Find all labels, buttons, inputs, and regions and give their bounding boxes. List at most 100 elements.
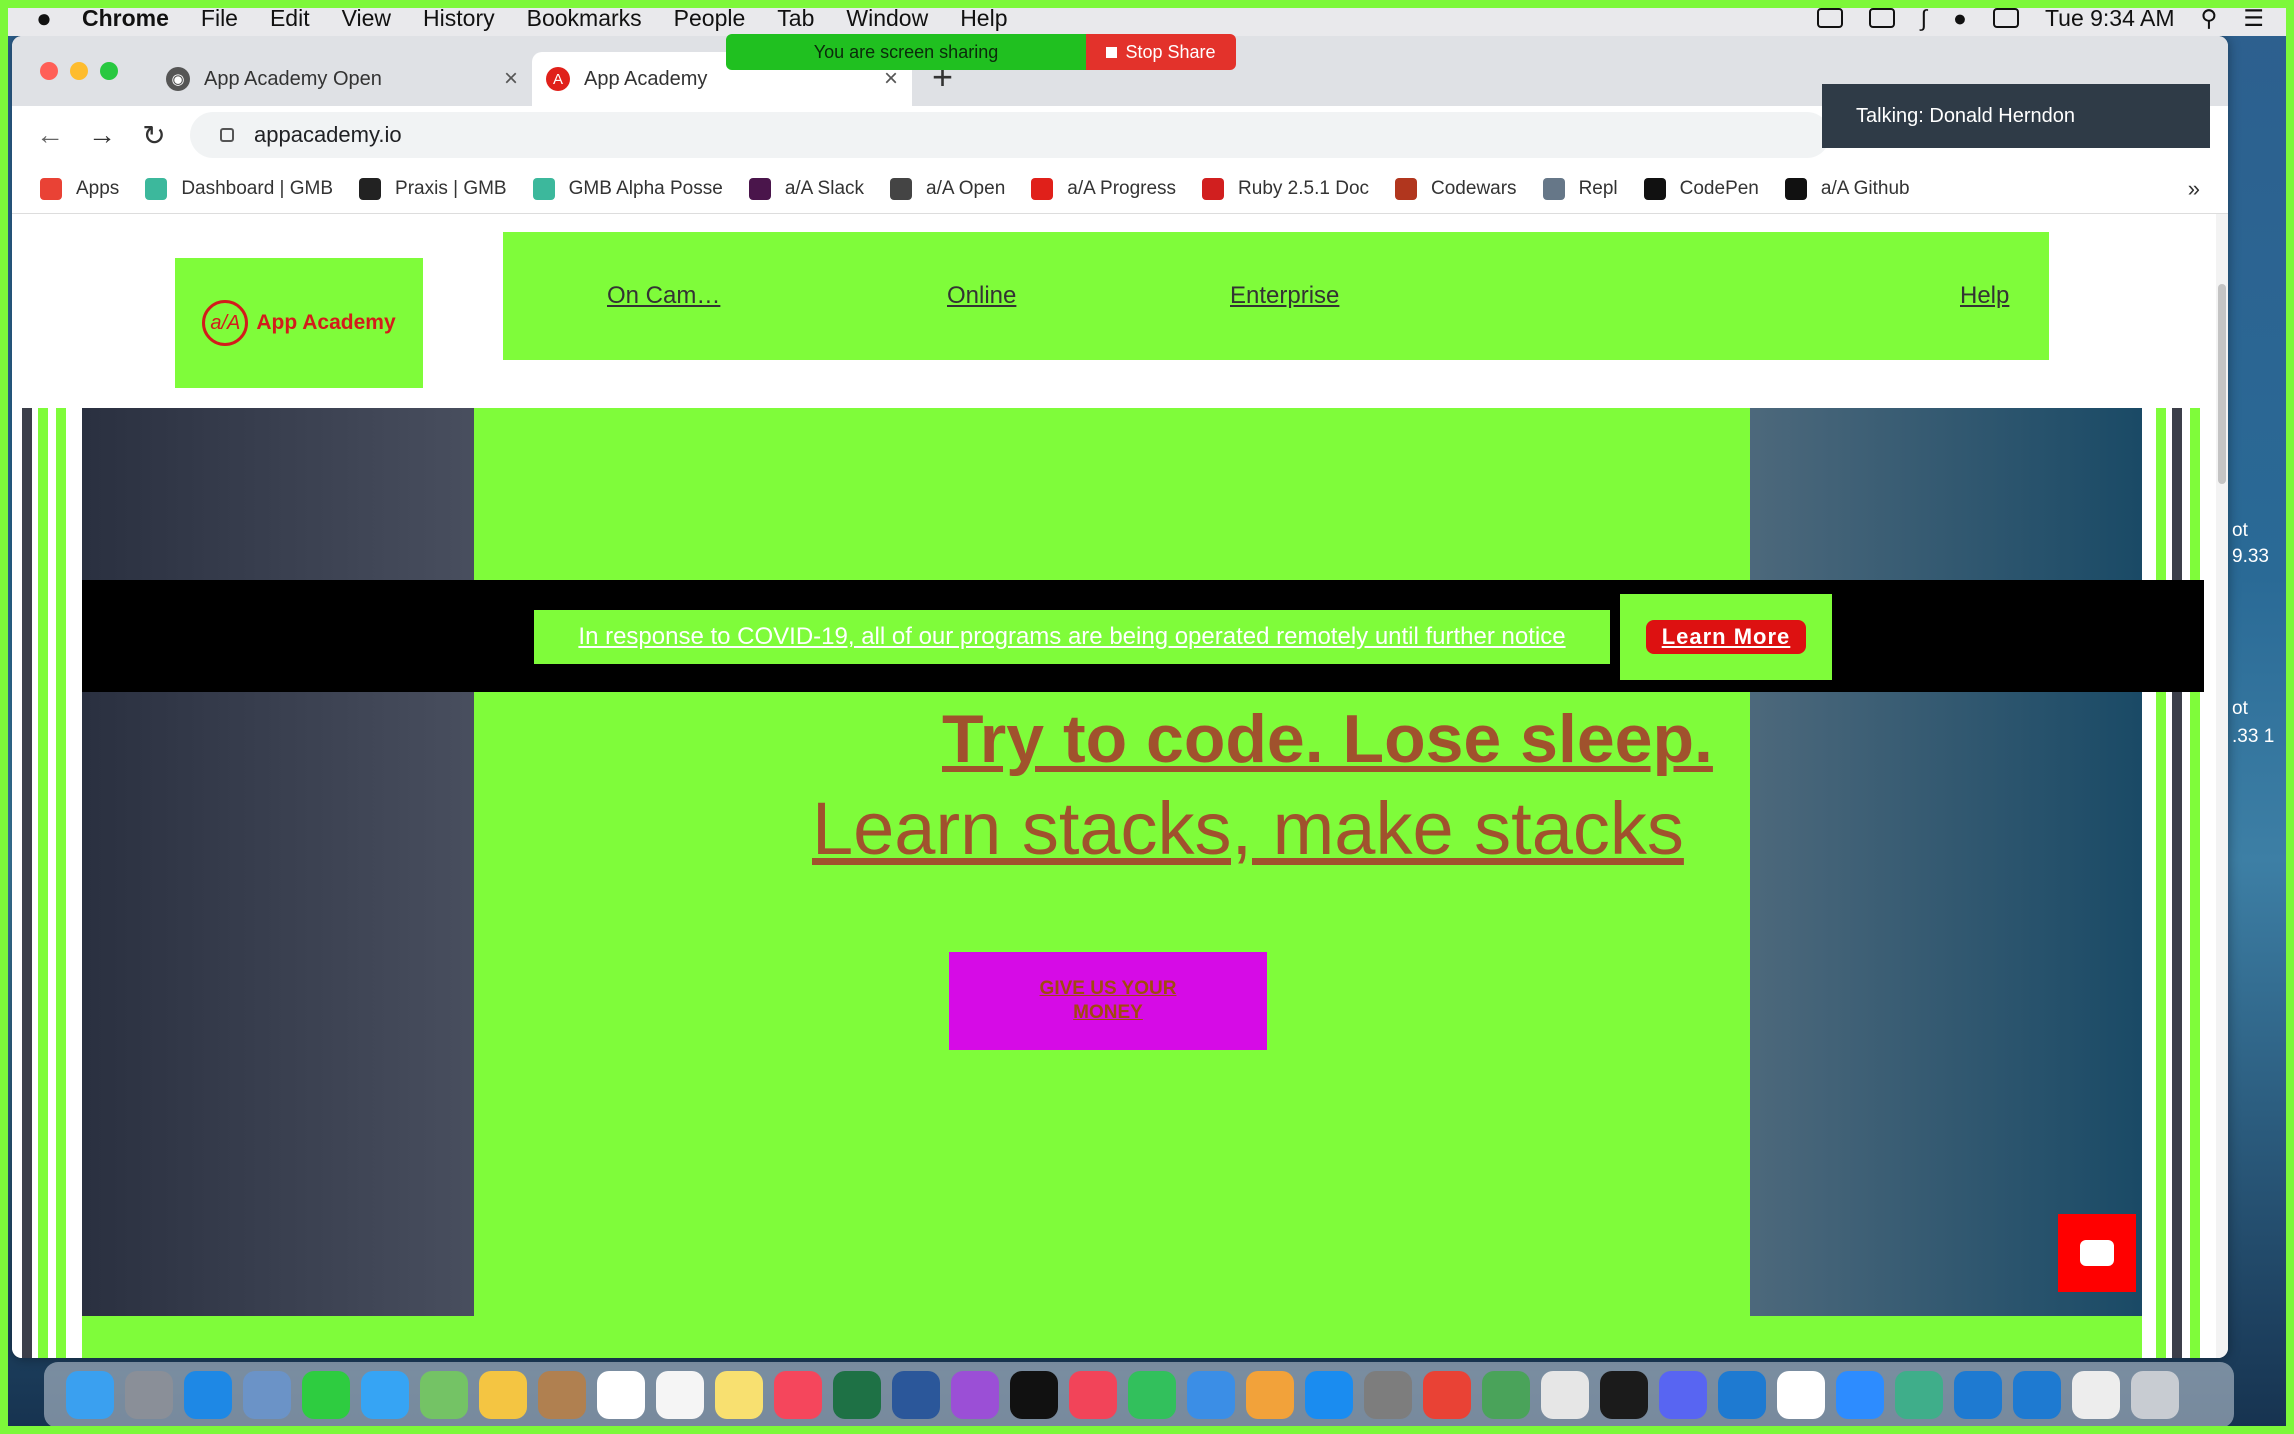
apps-grid-icon (40, 177, 62, 200)
menu-file[interactable]: File (201, 5, 238, 32)
app-store-icon[interactable] (1305, 1371, 1353, 1419)
bookmark-dashboard-gmb[interactable]: Dashboard | GMB (145, 177, 333, 200)
bookmark-praxis-gmb[interactable]: Praxis | GMB (359, 177, 507, 200)
bookmark-aa-github[interactable]: a/A Github (1784, 177, 1910, 200)
vscode-icon[interactable] (1718, 1371, 1766, 1419)
forward-icon[interactable]: → (88, 119, 116, 151)
trash-icon[interactable] (2131, 1371, 2179, 1419)
hero-headline: Try to code. Lose sleep. (942, 701, 1713, 777)
menu-app-name[interactable]: Chrome (82, 5, 169, 32)
pages-icon[interactable] (1246, 1371, 1294, 1419)
menu-help[interactable]: Help (960, 5, 1007, 32)
menu-window[interactable]: Window (846, 5, 928, 32)
news-icon[interactable] (1069, 1371, 1117, 1419)
archive-icon[interactable] (2072, 1371, 2120, 1419)
word-icon[interactable] (892, 1371, 940, 1419)
stop-share-button[interactable]: Stop Share (1086, 34, 1236, 70)
calendar-icon[interactable] (597, 1371, 645, 1419)
atom-icon[interactable] (1895, 1371, 1943, 1419)
excel-icon[interactable] (833, 1371, 881, 1419)
site-logo[interactable]: a/A App Academy (175, 258, 423, 388)
address-bar[interactable]: appacademy.io (190, 112, 1830, 158)
learn-more-button[interactable]: Learn More (1645, 620, 1807, 654)
safari-icon[interactable] (184, 1371, 232, 1419)
numbers-icon[interactable] (1128, 1371, 1176, 1419)
scrollbar-thumb[interactable] (2218, 284, 2226, 484)
page-scrollbar[interactable] (2216, 214, 2228, 1358)
close-window-icon[interactable] (40, 62, 58, 80)
bookmark-aa-slack[interactable]: a/A Slack (748, 177, 864, 200)
sourcetree-icon[interactable] (1482, 1371, 1530, 1419)
preview-icon[interactable] (243, 1371, 291, 1419)
reload-icon[interactable]: ↻ (140, 119, 168, 152)
nav-link-help[interactable]: Help (1960, 282, 2009, 310)
bookmark-apps[interactable]: Apps (40, 177, 119, 200)
photos-icon[interactable] (479, 1371, 527, 1419)
menu-history[interactable]: History (423, 5, 495, 32)
notification-center-icon[interactable]: ☰ (2243, 5, 2264, 32)
bookmark-aa-progress[interactable]: a/A Progress (1031, 177, 1176, 200)
finder-icon[interactable] (66, 1371, 114, 1419)
bookmark-repl[interactable]: Repl (1542, 177, 1618, 200)
vscode-2-icon[interactable] (2013, 1371, 2061, 1419)
tab-app-academy-open[interactable]: ◉ App Academy Open × (152, 52, 532, 106)
covid-message-link[interactable]: In response to COVID-19, all of our prog… (534, 610, 1610, 664)
podcasts-icon[interactable] (951, 1371, 999, 1419)
maps-icon[interactable] (420, 1371, 468, 1419)
wifi-icon[interactable]: ● (1953, 5, 1967, 32)
bookmark-label: CodePen (1679, 177, 1759, 199)
reminders-icon[interactable] (656, 1371, 704, 1419)
keynote-icon[interactable] (1187, 1371, 1235, 1419)
menu-bookmarks[interactable]: Bookmarks (527, 5, 642, 32)
zoom-window-icon[interactable] (100, 62, 118, 80)
nav-link-online[interactable]: Online (947, 282, 1016, 310)
contacts-icon[interactable] (538, 1371, 586, 1419)
screen-sharing-label: You are screen sharing (813, 41, 999, 62)
bookmark-gmb-alpha-posse[interactable]: GMB Alpha Posse (532, 177, 723, 200)
zoom-icon[interactable] (1836, 1371, 1884, 1419)
slack-icon[interactable] (1777, 1371, 1825, 1419)
notes-icon[interactable] (715, 1371, 763, 1419)
airplay-icon[interactable] (1868, 8, 1895, 28)
give-money-button[interactable]: GIVE US YOUR MONEY (949, 952, 1267, 1050)
globe-icon: ◉ (166, 67, 190, 91)
menubar-clock[interactable]: Tue 9:34 AM (2045, 5, 2175, 32)
bookmark-codepen[interactable]: CodePen (1643, 177, 1759, 200)
menu-people[interactable]: People (674, 5, 746, 32)
app-academy-favicon-icon (1031, 177, 1054, 200)
nav-link-on-campus[interactable]: On Cam… (607, 282, 720, 310)
terminal-icon[interactable] (1600, 1371, 1648, 1419)
back-icon[interactable]: ← (36, 119, 64, 151)
hero-subheadline: Learn stacks, make stacks (812, 787, 1684, 870)
battery-icon[interactable] (1992, 8, 2019, 28)
bookmark-aa-open[interactable]: a/A Open (890, 177, 1005, 200)
facetime-icon[interactable] (302, 1371, 350, 1419)
app-academy-favicon-icon: A (546, 67, 570, 91)
bluetooth-icon[interactable]: ∫ (1921, 5, 1927, 32)
bookmark-ruby-doc[interactable]: Ruby 2.5.1 Doc (1202, 177, 1369, 200)
repl-icon (1542, 177, 1565, 200)
spotlight-icon[interactable]: ⚲ (2201, 5, 2218, 32)
bookmark-codewars[interactable]: Codewars (1395, 177, 1517, 200)
menu-tab[interactable]: Tab (777, 5, 814, 32)
nav-link-enterprise[interactable]: Enterprise (1230, 282, 1339, 310)
chat-widget-button[interactable] (2058, 1214, 2136, 1292)
messages-icon[interactable] (361, 1371, 409, 1419)
menu-edit[interactable]: Edit (270, 5, 310, 32)
gmb-icon[interactable] (1541, 1371, 1589, 1419)
close-tab-icon[interactable]: × (504, 65, 518, 93)
tv-icon[interactable] (1010, 1371, 1058, 1419)
launchpad-icon[interactable] (125, 1371, 173, 1419)
stop-share-label: Stop Share (1125, 41, 1216, 62)
discord-icon[interactable] (1659, 1371, 1707, 1419)
menu-view[interactable]: View (342, 5, 391, 32)
bookmarks-overflow-button[interactable]: » (2188, 176, 2200, 202)
screen-sharing-status[interactable]: You are screen sharing (726, 34, 1086, 70)
chrome-icon[interactable] (1423, 1371, 1471, 1419)
system-preferences-icon[interactable] (1364, 1371, 1412, 1419)
zoom-status-icon[interactable] (1816, 8, 1843, 28)
music-icon[interactable] (774, 1371, 822, 1419)
vscode-insiders-icon[interactable] (1954, 1371, 2002, 1419)
minimize-window-icon[interactable] (70, 62, 88, 80)
apple-menu-icon[interactable]: ● (30, 3, 58, 33)
